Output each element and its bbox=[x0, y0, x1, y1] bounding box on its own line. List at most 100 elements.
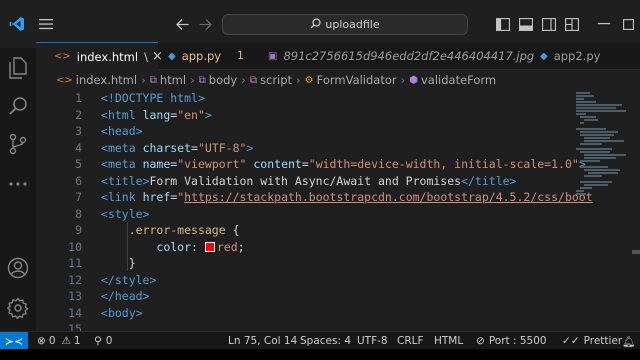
maximize-icon[interactable] bbox=[620, 16, 636, 32]
line-number: 3 bbox=[75, 124, 82, 138]
code-line: <style> bbox=[101, 206, 150, 221]
minimap[interactable] bbox=[576, 90, 631, 215]
tab-label: 891c2756615d946edd2df2e446404417.jpg bbox=[283, 49, 535, 63]
toggle-panel-icon[interactable] bbox=[518, 16, 534, 32]
line-number: 15 bbox=[68, 322, 82, 331]
code-line: <link href="https://stackpath.bootstrapc… bbox=[101, 190, 593, 204]
line-number: 4 bbox=[75, 140, 82, 155]
status-bar: ≻≺ ⊗ 0 ⚠ 1 ⚲ 0 Ln 75, Col 14 Spaces: 4 U… bbox=[0, 331, 640, 350]
tab-image-jpg[interactable]: ▣ 891c2756615d946edd2df2e446404417.jpg bbox=[256, 42, 534, 70]
code-line: } bbox=[128, 256, 136, 270]
vertical-scrollbar[interactable] bbox=[632, 90, 640, 331]
line-number: 13 bbox=[68, 289, 82, 303]
search-text: uploadfile bbox=[325, 18, 380, 31]
code-editor[interactable]: 1 2 3 4 5 6 7 8 9 10 11 12 13 14 15 <!DO… bbox=[36, 90, 640, 331]
breadcrumb-item[interactable]: FormValidator bbox=[317, 73, 397, 87]
ports-count: 0 bbox=[105, 335, 113, 347]
back-arrow-icon[interactable] bbox=[174, 16, 190, 32]
ports-indicator[interactable]: ⚲ 0 bbox=[94, 332, 112, 350]
breadcrumb-item[interactable]: html bbox=[160, 73, 186, 87]
link-url[interactable]: https://stackpath.bootstrapcdn.com/boots… bbox=[184, 190, 593, 204]
code-line: <head> bbox=[101, 124, 143, 138]
code-line: </head> bbox=[101, 289, 150, 303]
chevron-right-icon: › bbox=[241, 73, 246, 87]
line-number: 8 bbox=[75, 206, 82, 221]
color-swatch[interactable] bbox=[204, 241, 215, 252]
end-of-line[interactable]: CRLF bbox=[397, 332, 424, 350]
broadcast-icon: ⊘ bbox=[476, 335, 485, 347]
tab-index-html[interactable]: <> index.html \ × bbox=[36, 42, 163, 70]
remote-indicator-icon[interactable]: ≻≺ bbox=[0, 332, 28, 350]
cursor-position[interactable]: Ln 75, Col 14 bbox=[228, 332, 297, 350]
tab-app-py[interactable]: ◆ app.py 1 bbox=[158, 42, 256, 70]
warning-icon: ⚠ bbox=[61, 335, 71, 347]
source-control-icon[interactable] bbox=[0, 126, 36, 162]
chevron-right-icon: › bbox=[296, 73, 301, 87]
breadcrumb-item[interactable]: script bbox=[260, 73, 292, 87]
scrollbar-thumb[interactable] bbox=[632, 250, 640, 254]
breadcrumb-item[interactable]: index.html bbox=[76, 73, 137, 87]
customize-layout-icon[interactable] bbox=[564, 16, 580, 32]
element-icon: ⧉ bbox=[249, 74, 257, 86]
forward-arrow-icon[interactable] bbox=[197, 16, 213, 32]
breadcrumb-item[interactable]: body bbox=[209, 73, 237, 87]
accounts-icon[interactable] bbox=[0, 250, 36, 286]
element-icon: ⧉ bbox=[198, 74, 206, 86]
toggle-primary-sidebar-icon[interactable] bbox=[495, 16, 511, 32]
settings-gear-icon[interactable] bbox=[0, 290, 36, 326]
line-number: 12 bbox=[68, 272, 82, 287]
error-icon: ⊗ bbox=[37, 335, 46, 347]
error-count: 0 bbox=[48, 335, 56, 347]
line-number: 10 bbox=[68, 239, 82, 254]
problems-indicator[interactable]: ⊗ 0 ⚠ 1 bbox=[37, 332, 81, 350]
menu-icon[interactable] bbox=[38, 16, 54, 32]
code-line: <meta name="viewport" content="width=dev… bbox=[101, 157, 586, 171]
ports-icon: ⚲ bbox=[94, 335, 102, 347]
indentation[interactable]: Spaces: 4 bbox=[300, 332, 351, 350]
code-line: <body> bbox=[101, 305, 143, 320]
tab-label: app2.py bbox=[553, 49, 601, 63]
python-file-icon: ◆ bbox=[168, 50, 176, 62]
live-server-port[interactable]: ⊘ Port : 5500 bbox=[476, 332, 547, 350]
image-file-icon: ▣ bbox=[268, 50, 278, 62]
element-icon: ⧉ bbox=[149, 74, 157, 86]
tab-problem-badge: 1 bbox=[237, 50, 244, 62]
chevron-right-icon: › bbox=[400, 73, 406, 87]
breadcrumb-item[interactable]: validateForm bbox=[421, 73, 496, 87]
code-line: <html lang="en"> bbox=[101, 107, 212, 122]
line-number: 11 bbox=[68, 256, 82, 270]
notifications-bell-icon[interactable]: 🔔︎ bbox=[622, 332, 635, 350]
chevron-right-icon: › bbox=[190, 73, 195, 87]
letterbox-bottom bbox=[0, 349, 640, 360]
search-icon[interactable] bbox=[0, 88, 36, 124]
toggle-secondary-sidebar-icon[interactable] bbox=[541, 16, 557, 32]
more-views-icon[interactable] bbox=[0, 166, 36, 202]
tab-app2-py[interactable]: ◆ app2.py bbox=[526, 42, 640, 70]
tab-label: index.html bbox=[76, 49, 139, 64]
tab-label: app.py bbox=[181, 49, 222, 63]
prettier-status[interactable]: ✓✓ Prettier bbox=[562, 332, 622, 350]
editor-tabs: <> index.html \ × ◆ app.py 1 ▣ 891c27566… bbox=[36, 42, 640, 70]
code-line: color: red; bbox=[156, 239, 245, 254]
line-number: 1 bbox=[75, 91, 82, 105]
explorer-icon[interactable] bbox=[0, 50, 36, 86]
code-line: <meta charset="UTF-8"> bbox=[101, 140, 254, 155]
method-icon: ⬢ bbox=[409, 74, 418, 86]
language-mode[interactable]: HTML bbox=[434, 332, 463, 350]
code-line: <title>Form Validation with Async/Await … bbox=[101, 173, 517, 188]
double-check-icon: ✓✓ bbox=[562, 335, 580, 347]
breadcrumb: <> index.html › ⧉ html › ⧉ body › ⧉ scri… bbox=[36, 70, 640, 90]
encoding[interactable]: UTF-8 bbox=[357, 332, 388, 350]
line-number: 2 bbox=[75, 107, 82, 122]
code-line: <!DOCTYPE html> bbox=[101, 91, 205, 105]
code-line: .error-message { bbox=[128, 223, 240, 237]
minimize-icon[interactable] bbox=[596, 16, 612, 32]
chevron-right-icon: › bbox=[141, 73, 146, 87]
line-number: 6 bbox=[75, 173, 82, 188]
line-number: 5 bbox=[75, 157, 82, 171]
line-number: 14 bbox=[68, 305, 82, 320]
line-number: 7 bbox=[75, 190, 82, 204]
activity-bar bbox=[0, 48, 36, 331]
command-center-search[interactable]: uploadfile bbox=[222, 14, 468, 35]
html-file-icon: <> bbox=[56, 74, 73, 86]
